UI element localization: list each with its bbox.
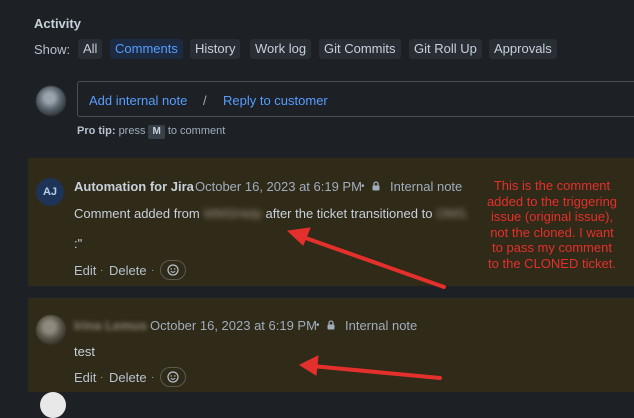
arrow-head-icon (286, 227, 311, 246)
arrow-to-comment2 (310, 364, 442, 380)
annotation-arrows (286, 227, 446, 380)
next-comment-avatar (40, 392, 66, 418)
arrow-to-comment1 (298, 234, 446, 289)
arrow-head-icon (298, 355, 319, 376)
